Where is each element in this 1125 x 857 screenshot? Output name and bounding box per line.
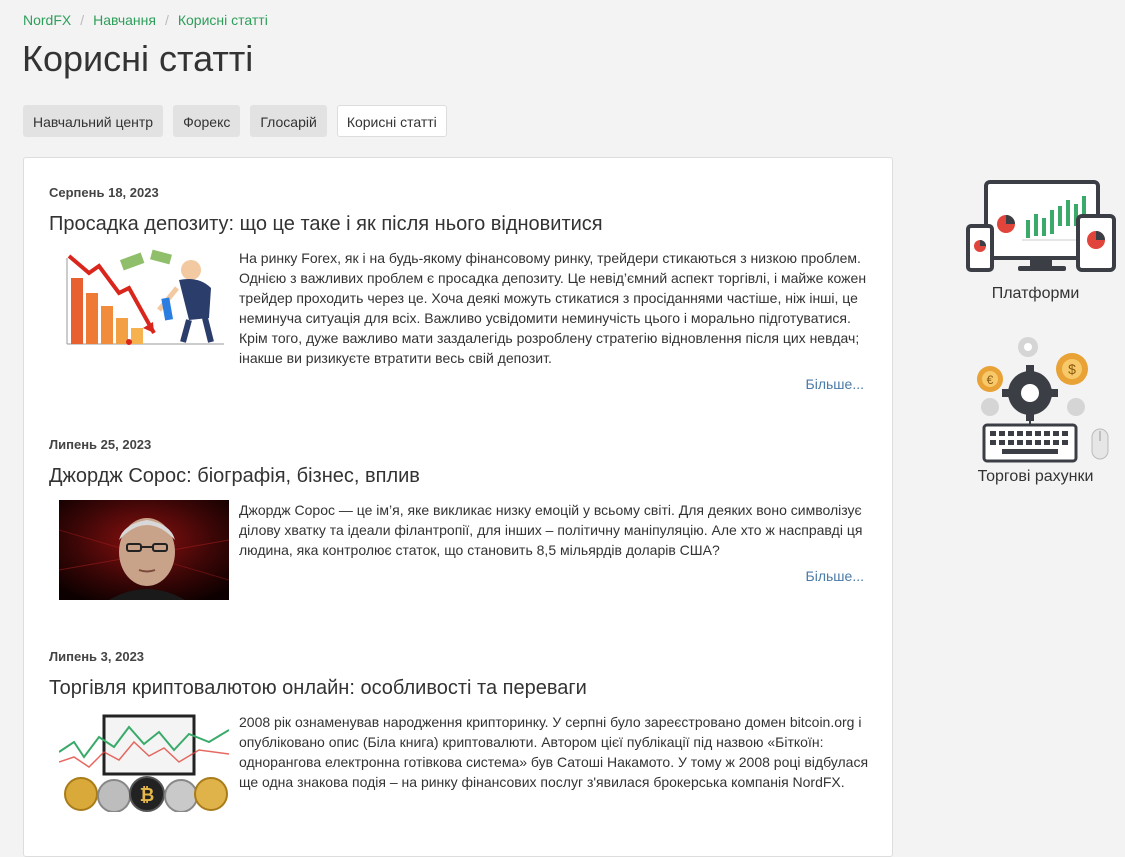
tab-glossary[interactable]: Глосарій — [250, 105, 327, 137]
svg-text:₿: ₿ — [140, 785, 155, 805]
breadcrumb: NordFX / Навчання / Корисні статті — [23, 12, 268, 28]
sidebar-item-platforms[interactable]: Платформи — [948, 170, 1123, 303]
tabs: Навчальний центр Форекс Глосарій Корисні… — [23, 105, 447, 137]
article-item: Липень 3, 2023 Торгівля криптовалютою он… — [49, 649, 869, 812]
article-date: Липень 3, 2023 — [49, 649, 145, 664]
portrait-photo[interactable] — [59, 500, 229, 600]
sidebar: Платформи € $ Торгові рахунки — [948, 170, 1123, 486]
breadcrumb-articles-link[interactable]: Корисні статті — [178, 12, 268, 28]
devices-chart-icon — [965, 180, 1116, 272]
article-date: Серпень 18, 2023 — [49, 185, 159, 200]
sidebar-item-trading-accounts[interactable]: € $ Торгові рахунки — [948, 333, 1123, 486]
article-excerpt: Джордж Сорос — це ім’я, яке викликає низ… — [239, 502, 863, 558]
article-title[interactable]: Джордж Сорос: біографія, бізнес, вплив — [49, 465, 869, 488]
breadcrumb-home-link[interactable]: NordFX — [23, 12, 71, 28]
gears-keyboard-icon: € $ — [976, 337, 1108, 463]
page-title: Корисні статті — [22, 38, 254, 79]
read-more-link[interactable]: Більше... — [806, 376, 864, 392]
article-excerpt: На ринку Forex, як і на будь-якому фінан… — [239, 250, 867, 366]
article-title[interactable]: Просадка депозиту: що це таке і як після… — [49, 213, 869, 236]
tab-useful-articles[interactable]: Корисні статті — [336, 105, 447, 137]
article-body: На ринку Forex, як і на будь-якому фінан… — [49, 248, 869, 392]
article-body: ₿ 2008 рік ознаменував народження крипто… — [49, 712, 869, 812]
article-title[interactable]: Торгівля криптовалютою онлайн: особливос… — [49, 677, 869, 700]
article-body: Джордж Сорос — це ім’я, яке викликає низ… — [49, 500, 869, 600]
article-excerpt: 2008 рік ознаменував народження криптори… — [239, 714, 869, 790]
read-more-link[interactable]: Більше... — [806, 568, 864, 584]
article-item: Серпень 18, 2023 Просадка депозиту: що ц… — [49, 185, 869, 392]
articles-card: Серпень 18, 2023 Просадка депозиту: що ц… — [23, 157, 893, 857]
article-date: Липень 25, 2023 — [49, 437, 152, 452]
svg-text:€: € — [986, 373, 993, 387]
tab-forex[interactable]: Форекс — [173, 105, 241, 137]
article-item: Липень 25, 2023 Джордж Сорос: біографія,… — [49, 437, 869, 600]
breadcrumb-education-link[interactable]: Навчання — [93, 12, 156, 28]
svg-text:$: $ — [1068, 361, 1076, 377]
sidebar-item-trading-accounts-label: Торгові рахунки — [977, 468, 1094, 485]
crypto-coins-chart-illustration[interactable]: ₿ — [59, 712, 229, 812]
falling-chart-trader-illustration[interactable] — [59, 248, 229, 348]
tab-education-center[interactable]: Навчальний центр — [23, 105, 164, 137]
sidebar-item-platforms-label: Платформи — [991, 285, 1080, 302]
